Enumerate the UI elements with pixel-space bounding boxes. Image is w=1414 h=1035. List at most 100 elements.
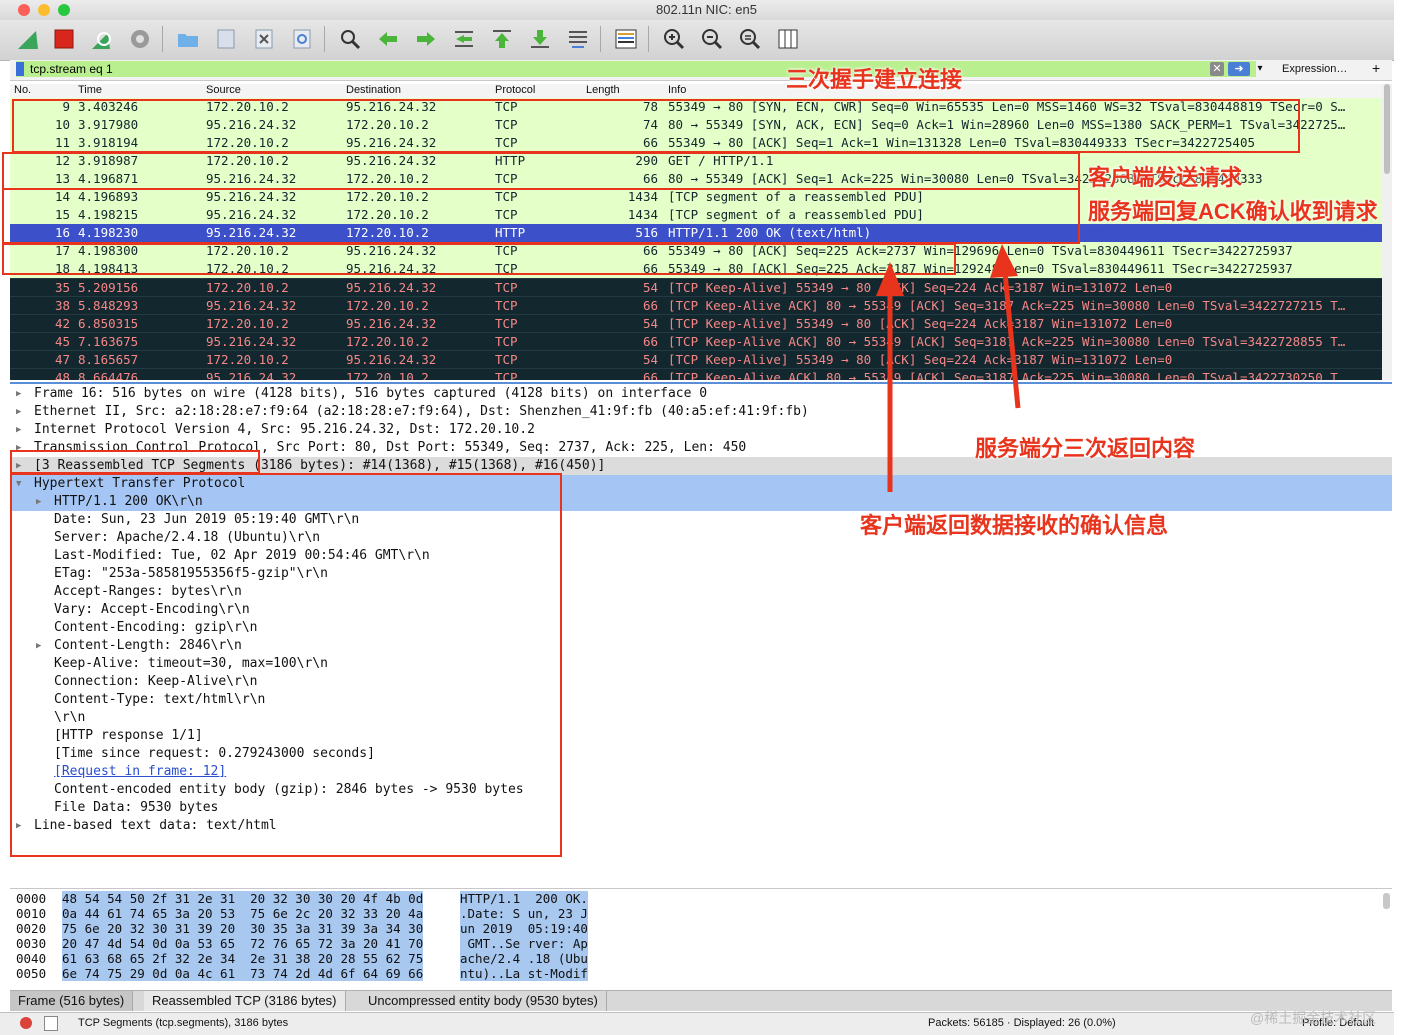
byte-hex[interactable]: 75 6e 20 32 30 31 39 20 30 35 3a 31 39 3… xyxy=(62,921,424,936)
detail-line[interactable]: ▶ Frame 16: 516 bytes on wire (4128 bits)… xyxy=(10,385,1392,403)
save-file-icon[interactable] xyxy=(212,25,240,53)
zoom-in-icon[interactable] xyxy=(660,25,688,53)
expand-right-icon[interactable]: ▶ xyxy=(16,403,21,421)
byte-hex[interactable]: 6e 74 75 29 0d 0a 4c 61 73 74 2d 4d 6f 6… xyxy=(62,966,424,981)
detail-line[interactable]: ▶ Ethernet II, Src: a2:18:28:e7:f9:64 (a2… xyxy=(10,403,1392,421)
packet-cell-no: 45 xyxy=(54,334,70,349)
chevron-down-icon[interactable]: ▾ xyxy=(1253,61,1267,77)
packet-row[interactable]: 38 5.848293 95.216.24.32 172.20.10.2 TCP 66 [T… xyxy=(10,296,1382,315)
packet-cell-info: [TCP Keep-Alive ACK] 80 → 55349 [ACK] Se… xyxy=(668,334,1346,349)
packet-cell-no: 47 xyxy=(54,352,70,367)
packet-cell-src: 95.216.24.32 xyxy=(206,334,297,349)
zoom-window-button[interactable] xyxy=(58,4,70,16)
go-last-icon[interactable] xyxy=(526,25,554,53)
packet-row[interactable]: 35 5.209156 172.20.10.2 95.216.24.32 TCP 54 [T… xyxy=(10,278,1382,297)
capture-comment-icon[interactable] xyxy=(44,1016,58,1031)
packet-list-scrollbar[interactable] xyxy=(1382,84,1392,380)
packet-bytes-pane: 0000 48 54 54 50 2f 31 2e 31 20 32 30 30 … xyxy=(10,888,1392,989)
byte-hex[interactable]: 0a 44 61 74 65 3a 20 53 75 6e 2c 20 32 3… xyxy=(62,906,424,921)
packet-row[interactable]: 48 8.664476 95.216.24.32 172.20.10.2 TCP 66 [T… xyxy=(10,368,1382,380)
byte-hex[interactable]: 20 47 4d 54 0d 0a 53 65 72 76 65 72 3a 2… xyxy=(62,936,424,951)
display-filter-bar: ✕ ➜ ▾ Expression… + xyxy=(10,60,1392,81)
server-ack-annotation: 服务端回复ACK确认收到请求 xyxy=(1088,199,1378,224)
client-ack-box xyxy=(2,243,956,275)
byte-hex[interactable]: 48 54 54 50 2f 31 2e 31 20 32 30 30 20 4… xyxy=(62,891,424,906)
byte-ascii[interactable]: ntu)..La st-Modif xyxy=(460,966,588,981)
packet-cell-src: 95.216.24.32 xyxy=(206,370,297,380)
packet-row[interactable]: 47 8.165657 172.20.10.2 95.216.24.32 TCP 54 [T… xyxy=(10,350,1382,369)
tab-frame-bytes[interactable]: Frame (516 bytes) xyxy=(10,991,134,1011)
tab-uncompressed-body[interactable]: Uncompressed entity body (9530 bytes) xyxy=(360,991,607,1011)
minimize-window-button[interactable] xyxy=(38,4,50,16)
expression-button[interactable]: Expression… xyxy=(1282,63,1347,75)
watermark: @稀土掘金技术社区 xyxy=(1250,1010,1377,1026)
packet-cell-dst: 172.20.10.2 xyxy=(346,298,429,313)
byte-ascii[interactable]: .Date: S un, 23 J xyxy=(460,906,588,921)
http-detail-box xyxy=(10,473,562,857)
apply-filter-icon[interactable]: ➜ xyxy=(1228,62,1250,76)
packet-row[interactable]: 45 7.163675 95.216.24.32 172.20.10.2 TCP 66 [T… xyxy=(10,332,1382,351)
colorize-icon[interactable] xyxy=(612,25,640,53)
packet-row[interactable]: 42 6.850315 172.20.10.2 95.216.24.32 TCP 54 [T… xyxy=(10,314,1382,333)
go-first-icon[interactable] xyxy=(488,25,516,53)
zoom-out-icon[interactable] xyxy=(698,25,726,53)
go-forward-icon[interactable] xyxy=(412,25,440,53)
close-file-icon[interactable] xyxy=(250,25,278,53)
reassembled-box xyxy=(10,450,260,474)
tab-reassembled-tcp[interactable]: Reassembled TCP (3186 bytes) xyxy=(144,991,346,1011)
open-file-icon[interactable] xyxy=(174,25,202,53)
server-three-annotation: 服务端分三次返回内容 xyxy=(975,436,1196,461)
client-request-annotation: 客户端发送请求 xyxy=(1088,165,1243,190)
col-header-time[interactable]: Time xyxy=(78,84,102,96)
clear-filter-icon[interactable]: ✕ xyxy=(1210,62,1224,76)
shark-fin-start-icon[interactable] xyxy=(14,25,42,53)
autoscroll-icon[interactable] xyxy=(564,25,592,53)
bookmark-icon[interactable] xyxy=(16,62,24,76)
expert-info-icon[interactable] xyxy=(20,1017,32,1029)
col-header-length[interactable]: Length xyxy=(586,84,620,96)
title-bar: 802.11n NIC: en5 xyxy=(0,0,1394,20)
col-header-protocol[interactable]: Protocol xyxy=(495,84,535,96)
packet-cell-time: 5.848293 xyxy=(78,298,139,313)
main-toolbar xyxy=(0,20,1394,61)
packet-cell-src: 95.216.24.32 xyxy=(206,298,297,313)
expand-right-icon[interactable]: ▶ xyxy=(16,421,21,439)
handshake-box xyxy=(12,99,1300,153)
packet-cell-info: [TCP Keep-Alive ACK] 80 → 55349 [ACK] Se… xyxy=(668,370,1346,380)
zoom-normal-icon[interactable] xyxy=(736,25,764,53)
go-to-packet-icon[interactable] xyxy=(450,25,478,53)
byte-ascii[interactable]: ache/2.4 .18 (Ubu xyxy=(460,951,588,966)
detail-text: Frame 16: 516 bytes on wire (4128 bits),… xyxy=(34,386,708,401)
col-header-destination[interactable]: Destination xyxy=(346,84,401,96)
packet-cell-proto: TCP xyxy=(495,280,518,295)
packet-cell-src: 172.20.10.2 xyxy=(206,352,289,367)
detail-text: Ethernet II, Src: a2:18:28:e7:f9:64 (a2:… xyxy=(34,404,809,419)
packet-cell-src: 172.20.10.2 xyxy=(206,280,289,295)
byte-ascii[interactable]: HTTP/1.1 200 OK. xyxy=(460,891,588,906)
byte-offset: 0000 xyxy=(16,891,47,906)
display-filter-input[interactable] xyxy=(16,61,1256,77)
packet-cell-len: 66 xyxy=(642,370,658,380)
go-back-icon[interactable] xyxy=(374,25,402,53)
packet-cell-len: 66 xyxy=(642,298,658,313)
packet-cell-proto: TCP xyxy=(495,298,518,313)
packets-count: Packets: 56185 · Displayed: 26 (0.0%) xyxy=(928,1017,1116,1029)
close-window-button[interactable] xyxy=(18,4,30,16)
packet-cell-time: 6.850315 xyxy=(78,316,139,331)
resize-columns-icon[interactable] xyxy=(774,25,802,53)
byte-ascii[interactable]: GMT..Se rver: Ap xyxy=(460,936,588,951)
restart-capture-icon[interactable] xyxy=(88,25,116,53)
find-packet-icon[interactable] xyxy=(336,25,364,53)
byte-hex[interactable]: 61 63 68 65 2f 32 2e 34 2e 31 38 20 28 5… xyxy=(62,951,424,966)
add-filter-button[interactable]: + xyxy=(1372,60,1380,76)
reload-file-icon[interactable] xyxy=(288,25,316,53)
byte-offset: 0050 xyxy=(16,966,47,981)
col-header-info[interactable]: Info xyxy=(668,84,686,96)
stop-capture-icon[interactable] xyxy=(50,25,78,53)
col-header-no[interactable]: No. xyxy=(14,84,31,96)
bytes-scrollbar[interactable] xyxy=(1383,893,1390,909)
byte-ascii[interactable]: un 2019 05:19:40 xyxy=(460,921,588,936)
col-header-source[interactable]: Source xyxy=(206,84,241,96)
capture-options-icon[interactable] xyxy=(126,25,154,53)
expand-right-icon[interactable]: ▶ xyxy=(16,385,21,403)
